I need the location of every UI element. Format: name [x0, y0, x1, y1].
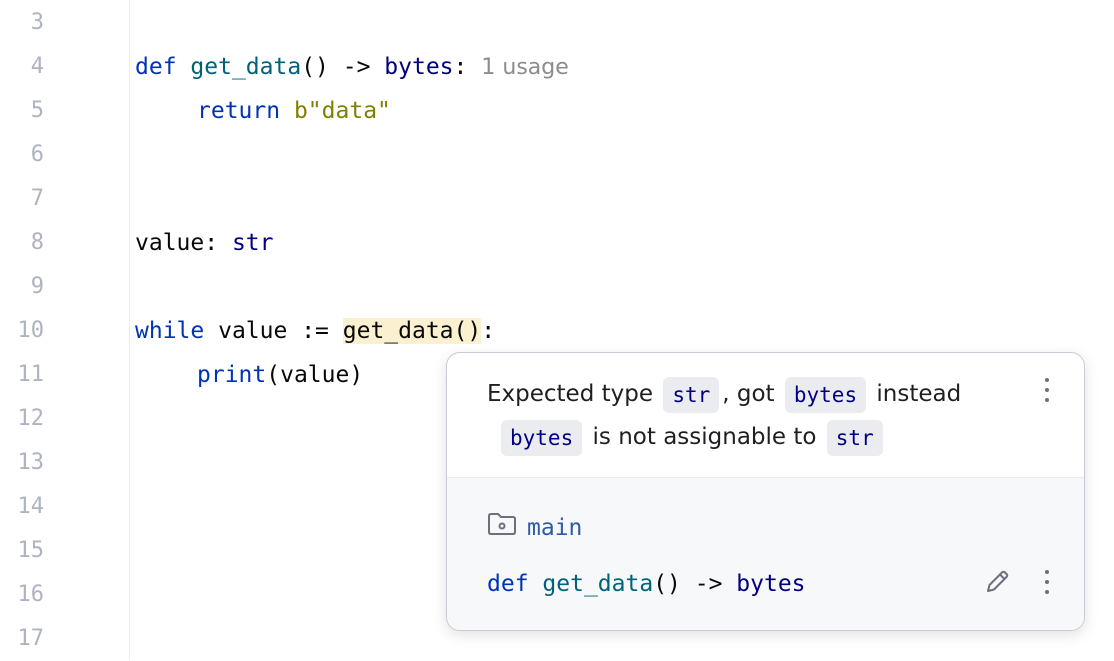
line-number: 5 [30, 98, 44, 123]
code-line-4[interactable]: def get_data() -> bytes: 1 usage [135, 45, 569, 89]
keyword-while: while [135, 318, 205, 344]
return-type: bytes [384, 54, 454, 80]
colon: : [453, 54, 468, 80]
params: () -> [301, 54, 371, 80]
line-number: 9 [30, 274, 44, 299]
keyword-def: def [135, 54, 177, 80]
more-vertical-icon[interactable] [1035, 376, 1059, 406]
bytes-literal: b"data" [293, 98, 391, 124]
code-line-10[interactable]: while value := get_data(): [135, 309, 495, 353]
keyword-return: return [197, 98, 281, 124]
function-signature: def get_data() -> bytes [487, 566, 806, 602]
line-number: 10 [17, 318, 45, 343]
type-str: str [231, 230, 274, 256]
inspection-popup: Expected type str, got bytes instead byt… [446, 352, 1085, 631]
code-line-8[interactable]: value: str [135, 221, 274, 265]
line-number: 11 [17, 362, 45, 387]
error-message-line-1: Expected type str, got bytes instead [487, 372, 961, 416]
line-number: 8 [30, 230, 44, 255]
documentation-section: main def get_data() -> bytes [447, 478, 1084, 630]
line-number: 15 [17, 538, 45, 563]
message-text: Expected type [487, 381, 653, 407]
line-number: 14 [17, 494, 45, 519]
walrus-assignment: value := [218, 318, 329, 344]
return-type: bytes [736, 571, 806, 597]
code-line-5[interactable]: return b"data" [197, 89, 391, 133]
colon: : [481, 318, 496, 344]
more-vertical-icon[interactable] [1035, 568, 1059, 598]
type-chip: bytes [784, 376, 867, 413]
line-number: 3 [30, 10, 44, 35]
module-name: main [527, 515, 583, 541]
highlighted-call[interactable]: get_data() [342, 318, 482, 344]
message-text: instead [876, 381, 962, 407]
line-number: 17 [17, 626, 45, 651]
line-number: 4 [30, 54, 44, 79]
params: () -> [653, 571, 723, 597]
folder-icon [487, 511, 517, 547]
pencil-icon[interactable] [981, 566, 1013, 598]
line-number-gutter: 3 4 5 6 7 8 9 10 11 12 13 14 15 16 17 [0, 0, 130, 660]
error-message-section: Expected type str, got bytes instead byt… [447, 353, 1084, 478]
line-number: 12 [17, 406, 45, 431]
function-name: get_data [190, 54, 302, 80]
line-number: 6 [30, 142, 44, 167]
type-chip: bytes [501, 419, 583, 456]
line-number: 16 [17, 582, 45, 607]
code-line-11[interactable]: print(value) [197, 353, 363, 397]
keyword-def: def [487, 571, 529, 597]
call-args: (value) [266, 362, 364, 388]
line-number: 13 [17, 450, 45, 475]
message-text: , got [722, 381, 775, 407]
function-name[interactable]: get_data [542, 571, 653, 597]
message-text: is not assignable to [592, 424, 817, 450]
type-chip: str [826, 419, 883, 456]
variable-annotation: value: [135, 230, 219, 256]
error-message-line-2: bytes is not assignable to str [498, 415, 886, 459]
usage-hint[interactable]: 1 usage [481, 55, 568, 80]
type-chip: str [663, 376, 720, 413]
module-reference[interactable]: main [487, 510, 582, 546]
builtin-print: print [197, 362, 267, 388]
line-number: 7 [30, 186, 44, 211]
